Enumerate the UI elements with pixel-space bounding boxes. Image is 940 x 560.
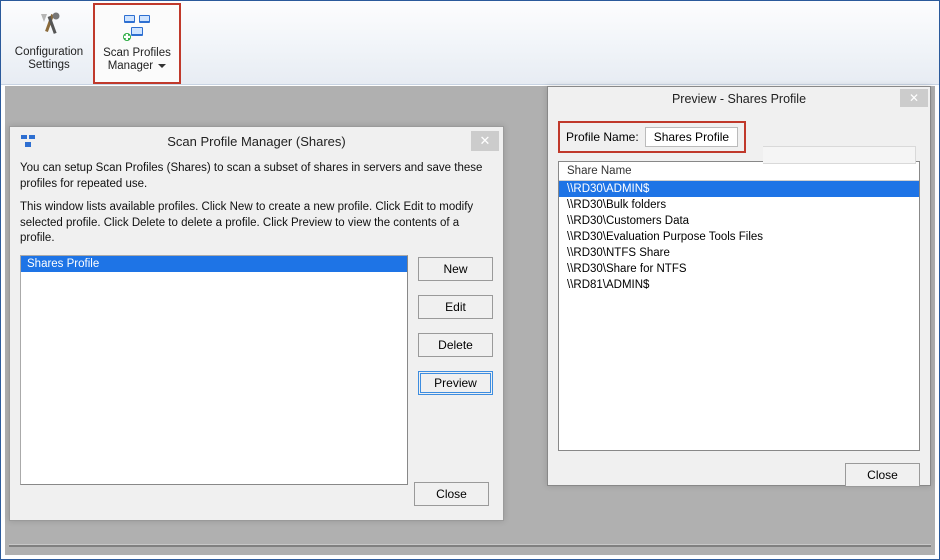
manager-intro-2: This window lists available profiles. Cl… xyxy=(20,200,493,247)
manager-titlebar: Scan Profile Manager (Shares) ✕ xyxy=(10,127,503,155)
close-icon: ✕ xyxy=(909,91,919,105)
edit-button[interactable]: Edit xyxy=(418,295,493,319)
computers-icon xyxy=(121,11,153,43)
config-label-2: Settings xyxy=(28,59,70,72)
dialog-icon xyxy=(20,133,36,149)
share-list-header: Share Name xyxy=(559,162,919,181)
manager-close-button[interactable]: Close xyxy=(414,482,489,506)
manager-body: You can setup Scan Profiles (Shares) to … xyxy=(10,155,503,493)
manager-intro-1: You can setup Scan Profiles (Shares) to … xyxy=(20,161,493,192)
workspace: Scan Profile Manager (Shares) ✕ You can … xyxy=(5,86,935,555)
share-list[interactable]: Share Name \\RD30\ADMIN$\\RD30\Bulk fold… xyxy=(558,161,920,451)
scan-profiles-manager-button[interactable]: Scan Profiles Manager xyxy=(93,3,181,84)
app-window: Configuration Settings Scan Profiles xyxy=(0,0,940,560)
divider xyxy=(9,545,931,547)
preview-dialog: Preview - Shares Profile ✕ Profile Name:… xyxy=(547,86,931,486)
scanprof-label-1: Scan Profiles xyxy=(103,47,171,60)
profile-list[interactable]: Shares Profile xyxy=(20,255,408,485)
configuration-settings-button[interactable]: Configuration Settings xyxy=(5,3,93,84)
new-button[interactable]: New xyxy=(418,257,493,281)
share-row[interactable]: \\RD30\Evaluation Purpose Tools Files xyxy=(559,229,919,245)
share-row[interactable]: \\RD30\Customers Data xyxy=(559,213,919,229)
preview-button[interactable]: Preview xyxy=(418,371,493,395)
preview-title: Preview - Shares Profile xyxy=(672,92,806,106)
preview-body: Profile Name: Shares Profile Share Name … xyxy=(548,111,930,457)
share-row[interactable]: \\RD30\ADMIN$ xyxy=(559,181,919,197)
profile-name-value: Shares Profile xyxy=(645,127,738,147)
preview-close-button[interactable]: Close xyxy=(845,463,920,487)
profile-row[interactable]: Shares Profile xyxy=(21,256,407,272)
share-row[interactable]: \\RD30\Bulk folders xyxy=(559,197,919,213)
share-row[interactable]: \\RD30\Share for NTFS xyxy=(559,261,919,277)
delete-button[interactable]: Delete xyxy=(418,333,493,357)
manager-title: Scan Profile Manager (Shares) xyxy=(42,134,471,149)
manager-button-column: New Edit Delete Preview xyxy=(418,255,493,485)
manager-content-row: Shares Profile New Edit Delete Preview xyxy=(20,255,493,485)
share-row[interactable]: \\RD81\ADMIN$ xyxy=(559,277,919,293)
config-label-1: Configuration xyxy=(15,46,83,59)
preview-titlebar: Preview - Shares Profile ✕ xyxy=(548,87,930,111)
scanprof-label-2: Manager xyxy=(108,60,167,73)
profile-name-field: Profile Name: Shares Profile xyxy=(558,121,746,153)
scan-profile-manager-dialog: Scan Profile Manager (Shares) ✕ You can … xyxy=(9,126,504,521)
chevron-down-icon xyxy=(158,64,166,68)
manager-footer: Close xyxy=(414,482,499,514)
profile-name-extension xyxy=(763,146,916,164)
share-row[interactable]: \\RD30\NTFS Share xyxy=(559,245,919,261)
preview-footer: Close xyxy=(548,457,930,495)
manager-close-x[interactable]: ✕ xyxy=(471,131,499,151)
close-icon: ✕ xyxy=(480,133,491,149)
tools-icon xyxy=(33,10,65,42)
ribbon: Configuration Settings Scan Profiles xyxy=(1,1,939,85)
preview-close-x[interactable]: ✕ xyxy=(900,89,928,107)
scanprof-label-2-text: Manager xyxy=(108,60,153,72)
profile-name-label: Profile Name: xyxy=(566,130,639,144)
